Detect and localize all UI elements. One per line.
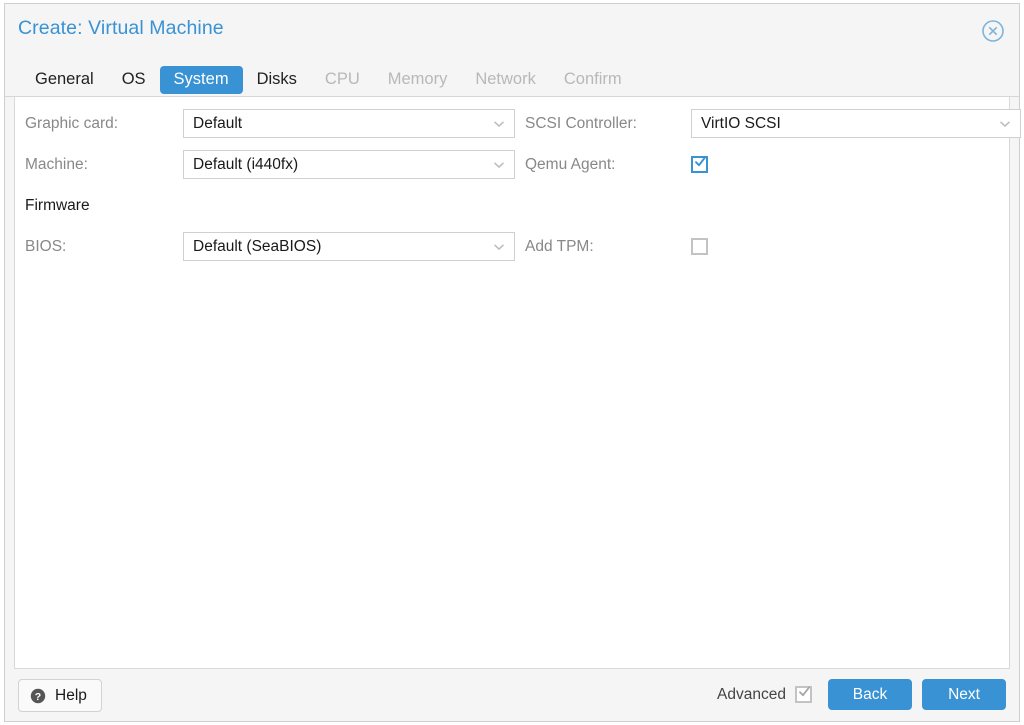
- machine-select[interactable]: Default (i440fx): [183, 150, 515, 179]
- tab-general[interactable]: General: [21, 66, 108, 94]
- dialog-content-panel: Graphic card: Default Machine: Default (…: [14, 97, 1021, 669]
- graphic-card-value: Default: [193, 114, 243, 132]
- qemu-agent-label: Qemu Agent:: [525, 155, 616, 173]
- field-add-tpm: Add TPM:: [525, 232, 1013, 261]
- field-graphic-card: Graphic card: Default: [25, 109, 517, 138]
- footer-actions: Advanced Back Next: [717, 679, 1006, 710]
- advanced-checkbox[interactable]: [795, 686, 812, 703]
- form-column-left: Graphic card: Default Machine: Default (…: [25, 109, 517, 273]
- chevron-down-icon: [492, 117, 506, 131]
- check-icon: [694, 155, 707, 168]
- dialog-header: Create: Virtual Machine General OS Syste…: [5, 4, 1019, 97]
- help-button[interactable]: ? Help: [18, 679, 102, 712]
- scsi-controller-label: SCSI Controller:: [525, 114, 637, 132]
- graphic-card-label: Graphic card:: [25, 114, 119, 132]
- advanced-toggle[interactable]: Advanced: [717, 686, 812, 704]
- advanced-label: Advanced: [717, 685, 786, 703]
- wizard-tabs: General OS System Disks CPU Memory Netwo…: [21, 66, 636, 94]
- tab-confirm: Confirm: [563, 70, 622, 88]
- check-icon: [798, 685, 811, 698]
- field-scsi-controller: SCSI Controller: VirtIO SCSI: [525, 109, 1021, 138]
- chevron-down-icon: [492, 158, 506, 172]
- bios-label: BIOS:: [25, 237, 67, 255]
- help-button-label: Help: [55, 686, 87, 704]
- svg-text:?: ?: [35, 690, 41, 702]
- next-button[interactable]: Next: [922, 679, 1006, 710]
- graphic-card-select[interactable]: Default: [183, 109, 515, 138]
- tab-system[interactable]: System: [159, 66, 243, 94]
- field-machine: Machine: Default (i440fx): [25, 150, 517, 179]
- question-circle-icon: ?: [30, 688, 46, 704]
- firmware-section-heading: Firmware: [25, 196, 90, 214]
- create-vm-dialog: Create: Virtual Machine General OS Syste…: [4, 3, 1021, 722]
- dialog-title: Create: Virtual Machine: [18, 17, 224, 39]
- chevron-down-icon: [998, 117, 1012, 131]
- qemu-agent-checkbox[interactable]: [691, 156, 708, 173]
- tab-memory: Memory: [387, 70, 448, 88]
- bios-select[interactable]: Default (SeaBIOS): [183, 232, 515, 261]
- scsi-controller-value: VirtIO SCSI: [701, 114, 781, 132]
- scsi-controller-select[interactable]: VirtIO SCSI: [691, 109, 1021, 138]
- field-bios: BIOS: Default (SeaBIOS): [25, 232, 517, 261]
- bios-value: Default (SeaBIOS): [193, 237, 322, 255]
- add-tpm-label: Add TPM:: [525, 237, 594, 255]
- tab-os[interactable]: OS: [108, 66, 160, 94]
- tab-disks[interactable]: Disks: [243, 66, 311, 94]
- field-qemu-agent: Qemu Agent:: [525, 150, 1013, 179]
- machine-value: Default (i440fx): [193, 155, 299, 173]
- tab-network: Network: [475, 70, 536, 88]
- machine-label: Machine:: [25, 155, 88, 173]
- dialog-footer: ? Help Advanced Back Next: [5, 669, 1019, 721]
- chevron-down-icon: [492, 240, 506, 254]
- back-button[interactable]: Back: [828, 679, 912, 710]
- tab-cpu: CPU: [324, 70, 360, 88]
- form-column-right: SCSI Controller: VirtIO SCSI Qemu Agent:: [525, 109, 1021, 273]
- close-icon[interactable]: [981, 19, 1005, 43]
- add-tpm-checkbox[interactable]: [691, 238, 708, 255]
